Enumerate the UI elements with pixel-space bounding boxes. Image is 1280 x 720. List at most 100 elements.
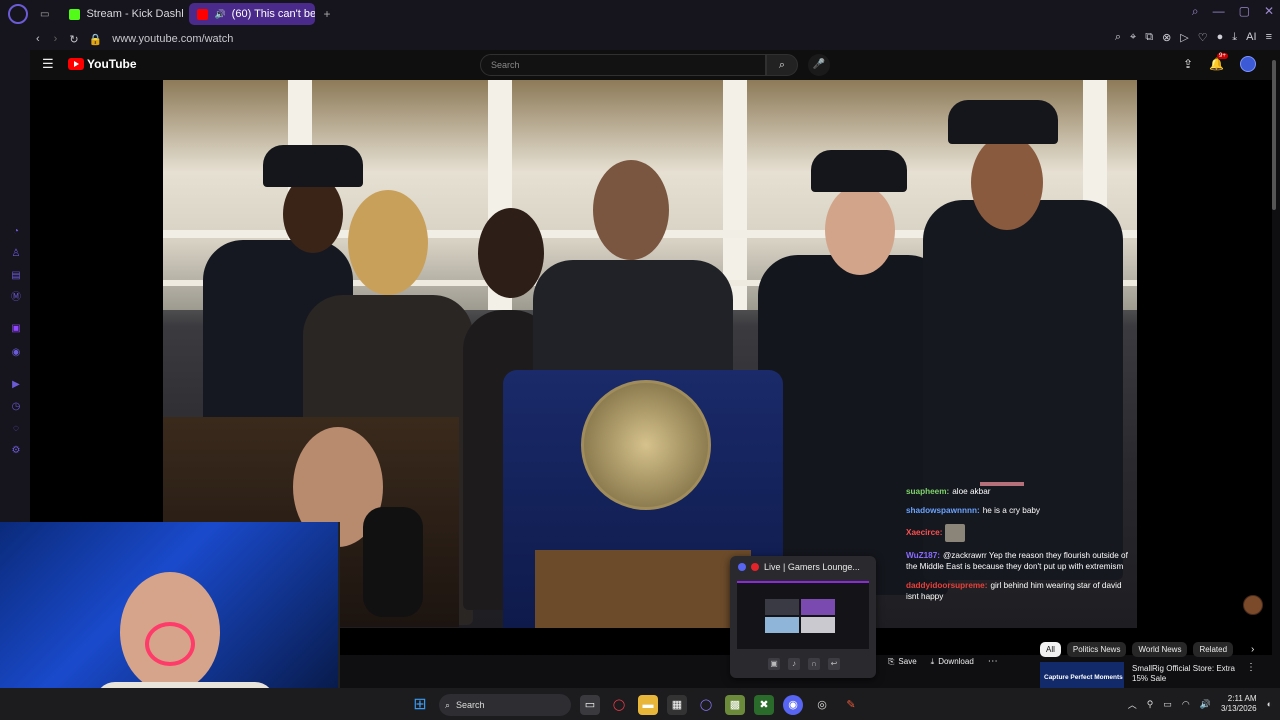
opera-icon[interactable]: ◯ <box>696 695 716 715</box>
chevron-right-icon[interactable]: › <box>1251 644 1254 655</box>
bot-icon[interactable]: ♙ <box>10 248 22 260</box>
chip-world-news[interactable]: World News <box>1132 642 1188 657</box>
search-icon: ⌕ <box>778 59 786 71</box>
zoom-icon[interactable]: ⌕ <box>1115 31 1121 44</box>
taskbar-search[interactable]: ⌕ Search <box>439 694 571 716</box>
chevron-up-icon[interactable]: ︿ <box>1128 698 1137 711</box>
window-controls: ⌕ — ▢ ✕ <box>1192 4 1274 19</box>
profile-icon[interactable]: ● <box>1217 31 1224 44</box>
store-icon[interactable]: ▦ <box>667 695 687 715</box>
live-indicator-icon <box>751 563 759 571</box>
chat-message: shadowspawnnnn: he is a cry baby <box>906 505 1136 516</box>
close-icon[interactable]: ✕ <box>1264 4 1274 19</box>
search-icon: ⌕ <box>445 699 451 710</box>
hamburger-menu-icon[interactable]: ☰ <box>42 56 54 72</box>
video-scene-column <box>723 80 747 310</box>
headphones-icon[interactable]: ∩ <box>808 658 820 670</box>
windows-start-icon[interactable]: ⊞ <box>410 695 430 715</box>
chrome-icon[interactable]: ◎ <box>812 695 832 715</box>
search-input[interactable]: Search <box>480 54 766 76</box>
history-icon[interactable]: ◷ <box>10 401 22 413</box>
tab-kick-dashboard[interactable]: Stream - Kick Dashboard <box>61 3 183 25</box>
podium-base <box>535 550 751 628</box>
clock[interactable]: 2:11 AM 3/13/2026 <box>1221 694 1257 714</box>
forward-icon[interactable]: › <box>54 33 58 45</box>
time: 2:11 AM <box>1227 694 1257 703</box>
chat-username: WuZ187: <box>906 551 940 560</box>
bookmark-icon: ⎘ <box>888 656 895 666</box>
search-button[interactable]: ⌕ <box>766 54 798 76</box>
snapshot-icon[interactable]: ⧉ <box>1145 31 1153 44</box>
ad-more-icon[interactable]: ⋮ <box>1246 662 1256 673</box>
voice-search-button[interactable]: 🎤 <box>808 54 830 76</box>
ad-thumbnail[interactable]: Capture Perfect Moments <box>1040 662 1124 688</box>
windows-taskbar: ⊞ ⌕ Search ▭ ◯ ▬ ▦ ◯ ▩ ✖ ◉ ◎ ✎ ︿ ⚲ ▭ ◠ 🔊… <box>0 688 1280 720</box>
discord-taskbar-icon[interactable]: ◉ <box>783 695 803 715</box>
notifications-button[interactable]: 🔔 9+ <box>1209 53 1228 71</box>
pin-icon[interactable]: ⌖ <box>1130 31 1136 44</box>
reload-icon[interactable]: ↻ <box>69 33 78 46</box>
tab-youtube-video[interactable]: 🔊 (60) This can't be real <box>189 3 316 25</box>
browser-tab-bar: ▭ Stream - Kick Dashboard 🔊 (60) This ca… <box>0 0 1280 28</box>
heart-icon[interactable]: ♡ <box>1198 31 1208 44</box>
twitch-icon[interactable]: ▣ <box>10 323 22 335</box>
tab-overview-icon[interactable]: ▭ <box>40 9 49 20</box>
sponsored-ad[interactable]: Capture Perfect Moments SmallRig Officia… <box>1040 662 1270 688</box>
download-icon: ⤓ <box>930 656 935 666</box>
search-tabs-icon[interactable]: ⌕ <box>1192 4 1199 19</box>
download-button[interactable]: ⤓ Download <box>931 657 974 667</box>
volume-icon[interactable]: 🔊 <box>1200 699 1211 710</box>
live-preview-thumbnail[interactable] <box>737 581 869 649</box>
taskbar-live-preview[interactable]: Live | Gamers Lounge... ▣ ♪ ∩ ↩ <box>730 556 876 678</box>
notification-center-icon[interactable]: ◐ <box>1267 699 1272 709</box>
easy-setup-icon[interactable]: ≡ <box>1266 31 1272 44</box>
extension-icon[interactable]: ⊗ <box>1162 31 1171 44</box>
chat-user-avatar[interactable] <box>1243 595 1263 615</box>
ad-title[interactable]: SmallRig Official Store: Extra 15% Sale <box>1132 664 1240 684</box>
pen-app-icon[interactable]: ✎ <box>841 695 861 715</box>
task-view-icon[interactable]: ▭ <box>580 695 600 715</box>
video-person-cap <box>263 145 363 187</box>
messenger-icon[interactable]: ◌ <box>10 423 22 435</box>
settings-icon[interactable]: ⚙ <box>10 445 22 457</box>
video-person-cap <box>948 100 1058 144</box>
network-icon[interactable]: ⚲ <box>1147 699 1154 710</box>
chip-all[interactable]: All <box>1040 642 1061 657</box>
chip-related[interactable]: Related <box>1193 642 1234 657</box>
xbox-icon[interactable]: ✖ <box>754 695 774 715</box>
notes-icon[interactable]: ▤ <box>10 270 22 282</box>
camera-icon[interactable]: ▣ <box>768 658 780 670</box>
display-icon[interactable]: ▭ <box>1163 699 1172 710</box>
m-icon[interactable]: Ⓜ <box>10 292 22 304</box>
chat-username: suapheem: <box>906 487 950 496</box>
play-icon[interactable]: ▷ <box>1180 31 1188 44</box>
ai-icon[interactable]: AI <box>1246 31 1256 44</box>
player-icon[interactable]: ▶ <box>10 379 22 391</box>
download-icon[interactable]: ⤓ <box>1232 31 1237 44</box>
save-button[interactable]: ⎘ Save <box>888 657 917 667</box>
mic-icon[interactable]: ♪ <box>788 658 800 670</box>
opera-gx-icon[interactable]: ◯ <box>609 695 629 715</box>
upload-icon[interactable]: ⇪ <box>1183 57 1193 71</box>
new-tab-button[interactable]: + <box>323 7 330 21</box>
minecraft-icon[interactable]: ▩ <box>725 695 745 715</box>
back-icon[interactable]: ‹ <box>36 33 40 45</box>
speaker-icon[interactable]: 🔊 <box>214 9 225 20</box>
opera-menu-icon[interactable] <box>8 4 28 24</box>
wifi-icon[interactable]: ◠ <box>1182 699 1190 710</box>
youtube-logo[interactable]: YouTube <box>68 57 137 71</box>
account-avatar[interactable] <box>1240 56 1256 72</box>
page-scrollbar[interactable] <box>1272 60 1276 210</box>
video-actions-bar: k ⎘Save ⤓Download ⋯ <box>870 656 998 667</box>
minimize-icon[interactable]: — <box>1213 4 1225 19</box>
more-actions-icon[interactable]: ⋯ <box>988 656 998 667</box>
discord-icon[interactable]: ◉ <box>10 347 22 359</box>
file-explorer-icon[interactable]: ▬ <box>638 695 658 715</box>
live-preview-header: Live | Gamers Lounge... <box>738 562 860 572</box>
chip-politics-news[interactable]: Politics News <box>1066 642 1127 657</box>
youtube-logo-icon <box>68 58 84 70</box>
maximize-icon[interactable]: ▢ <box>1239 4 1250 19</box>
disconnect-icon[interactable]: ↩ <box>828 658 840 670</box>
url-field[interactable]: www.youtube.com/watch <box>112 33 233 45</box>
aria-icon[interactable]: ◔ <box>10 226 22 238</box>
